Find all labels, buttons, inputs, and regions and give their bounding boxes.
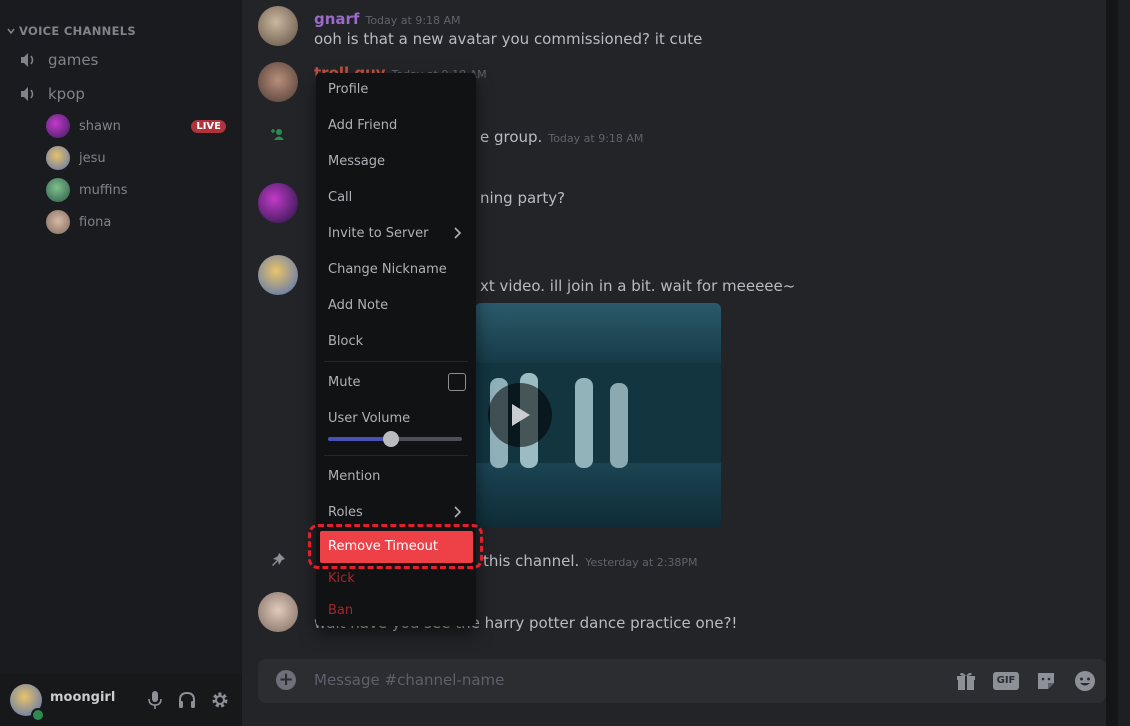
highlight-annotation — [308, 524, 483, 569]
avatar[interactable] — [258, 183, 298, 223]
user-volume-slider[interactable] — [328, 431, 462, 447]
timestamp: Today at 9:18 AM — [365, 14, 461, 27]
menu-divider — [324, 455, 468, 456]
add-member-icon — [271, 129, 284, 140]
voice-user-fiona[interactable]: fiona — [46, 210, 226, 234]
slider-thumb[interactable] — [382, 431, 399, 447]
sticker-icon[interactable] — [1035, 670, 1057, 692]
menu-divider — [324, 361, 468, 362]
menu-item-change-nickname[interactable]: Change Nickname — [328, 262, 447, 277]
avatar — [46, 210, 70, 234]
message-input[interactable]: Message #channel-name — [314, 671, 504, 689]
chevron-down-icon — [7, 28, 15, 35]
message-author[interactable]: gnarf Today at 9:18 AM — [314, 10, 461, 28]
voice-channels-header[interactable]: VOICE CHANNELS — [7, 24, 136, 38]
menu-item-block[interactable]: Block — [328, 334, 363, 349]
speaker-icon — [21, 53, 34, 67]
online-status-dot — [31, 708, 45, 722]
menu-item-mention[interactable]: Mention — [328, 469, 380, 484]
speaker-icon — [21, 87, 34, 101]
avatar — [46, 178, 70, 202]
channel-name: kpop — [48, 85, 85, 103]
voice-channel-games[interactable]: games — [18, 50, 98, 70]
live-badge: LIVE — [191, 119, 226, 133]
voice-user-name: shawn — [79, 118, 121, 134]
channel-sidebar: VOICE CHANNELS games kpop shawn LIVE jes… — [0, 0, 242, 726]
system-text: this channel. — [483, 552, 580, 570]
play-icon — [512, 404, 530, 426]
menu-item-invite-to-server[interactable]: Invite to Server — [328, 226, 428, 241]
system-message: e group. Today at 9:18 AM — [480, 128, 643, 146]
menu-item-ban[interactable]: Ban — [328, 603, 353, 618]
mute-checkbox[interactable] — [448, 373, 466, 391]
avatar[interactable] — [258, 592, 298, 632]
menu-item-add-note[interactable]: Add Note — [328, 298, 388, 313]
avatar[interactable] — [258, 6, 298, 46]
user-volume-label: User Volume — [328, 411, 411, 426]
play-button[interactable] — [488, 383, 552, 447]
headphones-icon[interactable] — [177, 690, 197, 710]
avatar[interactable] — [258, 62, 298, 102]
gif-button[interactable]: GIF — [993, 672, 1019, 690]
timestamp: Yesterday at 2:38PM — [585, 556, 698, 569]
voice-user-name: muffins — [79, 182, 128, 198]
voice-user-name: jesu — [79, 150, 106, 166]
voice-channel-kpop[interactable]: kpop — [18, 84, 85, 104]
system-message: this channel. Yesterday at 2:38PM — [483, 552, 698, 570]
timestamp: Today at 9:18 AM — [548, 132, 644, 145]
menu-item-call[interactable]: Call — [328, 190, 352, 205]
voice-user-name: fiona — [79, 214, 112, 230]
pin-icon — [272, 553, 285, 566]
avatar — [46, 114, 70, 138]
avatar — [46, 146, 70, 170]
attach-plus-button[interactable]: + — [276, 670, 296, 690]
message-text: xt video. ill join in a bit. wait for me… — [480, 277, 796, 295]
microphone-icon[interactable] — [146, 690, 164, 710]
author-name: gnarf — [314, 10, 360, 28]
voice-user-shawn[interactable]: shawn LIVE — [46, 114, 226, 138]
channel-name: games — [48, 51, 99, 69]
username: moongirl — [50, 690, 116, 705]
slider-fill — [328, 437, 391, 441]
message-text: ning party? — [480, 189, 566, 207]
video-thumbnail-top — [475, 303, 721, 363]
menu-item-message[interactable]: Message — [328, 154, 385, 169]
emoji-icon[interactable] — [1074, 670, 1096, 692]
menu-item-profile[interactable]: Profile — [328, 82, 368, 97]
menu-item-mute[interactable]: Mute — [328, 375, 361, 390]
voice-user-muffins[interactable]: muffins — [46, 178, 226, 202]
gear-icon[interactable] — [210, 690, 230, 710]
system-text: e group. — [480, 128, 543, 146]
voice-user-jesu[interactable]: jesu — [46, 146, 226, 170]
user-panel: moongirl — [0, 674, 242, 726]
menu-item-roles[interactable]: Roles — [328, 505, 363, 520]
chevron-right-icon — [454, 506, 462, 518]
avatar[interactable] — [258, 255, 298, 295]
chevron-right-icon — [454, 227, 462, 239]
video-attachment[interactable] — [475, 303, 721, 528]
scrollbar[interactable] — [1106, 0, 1118, 726]
message-text: ooh is that a new avatar you commissione… — [314, 30, 703, 48]
menu-item-kick[interactable]: Kick — [328, 571, 355, 586]
section-title: VOICE CHANNELS — [19, 24, 136, 38]
gift-icon[interactable] — [955, 670, 977, 692]
message-composer: + Message #channel-name GIF — [258, 659, 1106, 703]
menu-item-add-friend[interactable]: Add Friend — [328, 118, 397, 133]
